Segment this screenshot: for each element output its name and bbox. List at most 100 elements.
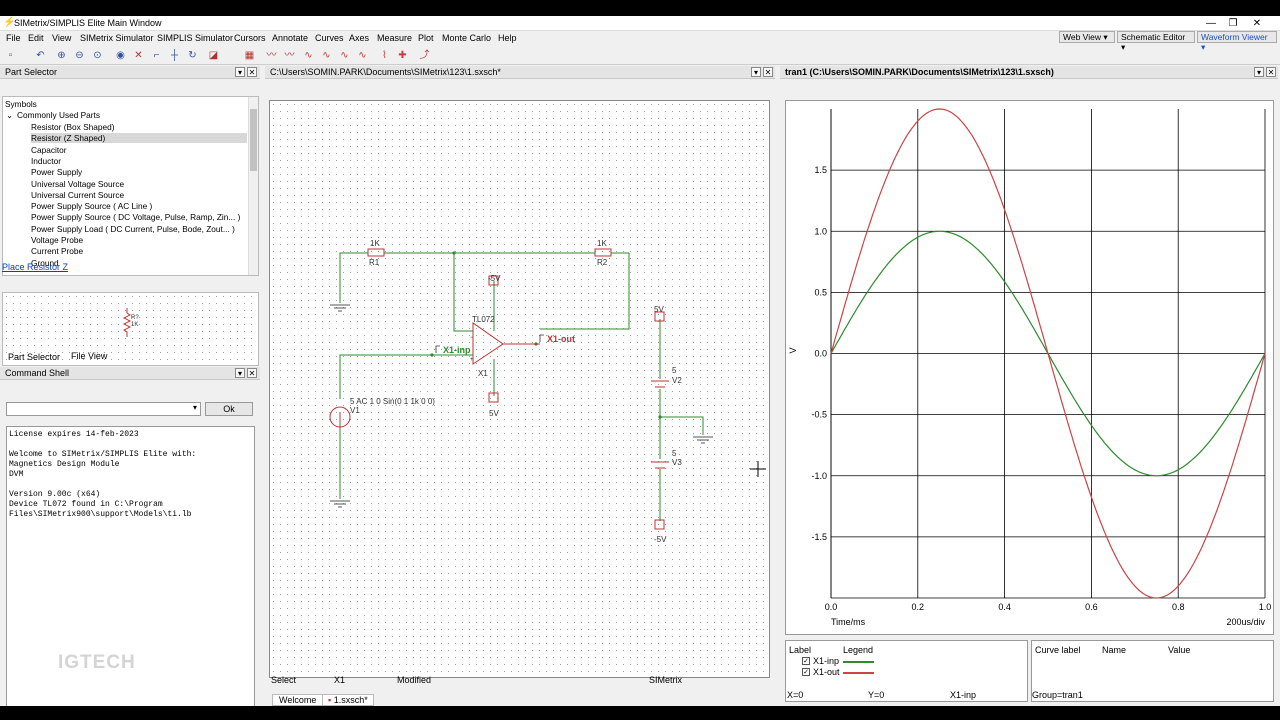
tab-part-selector[interactable]: Part Selector [8,352,60,362]
x-tick-label: 0.2 [912,602,925,612]
waveform-plot[interactable]: 0.0 0.2 0.4 0.6 0.8 1.0 1.5 1.0 0.5 0.0 -0.5 -1.0 -1… [785,100,1274,635]
mirror-icon[interactable]: ◪ [207,49,220,62]
rms-icon[interactable]: ∿ [302,49,315,62]
dropdown-icon[interactable]: ▾ [1254,67,1264,77]
schematic-editor-select[interactable]: Schematic Editor ▾ [1117,31,1195,52]
tree-item[interactable]: Current Probe [31,246,83,256]
web-view-select[interactable]: Web View ▾ [1059,31,1115,43]
close-icon[interactable]: ✕ [763,67,773,77]
x-scale-note: 200us/div [1226,617,1265,627]
menu-curves[interactable]: Curves [315,33,344,43]
toolbar: ▫ ↶ ⊕ ⊖ ⊙ ◉ ✕ ⌐ ┼ ↻ ◪ ▦ 〰 〰 ∿ ∿ ∿ ∿ ⌇ ✚ … [0,47,1280,65]
tab-welcome[interactable]: Welcome [272,694,324,706]
y-tick-label: 0.5 [814,287,827,297]
menu-cursors[interactable]: Cursors [234,33,266,43]
plot-icon[interactable]: ⤴ [418,49,431,62]
status-curve: X1-inp [950,690,977,700]
view-icon[interactable]: ◉ [114,49,127,62]
junction-icon[interactable]: ┼ [168,49,181,62]
shell-line: Magnetics Design Module [9,460,120,469]
y-tick-label: 0.0 [814,349,827,359]
menu-view[interactable]: View [52,33,71,43]
new-file-icon[interactable]: ▫ [4,49,17,62]
tree-item[interactable]: Voltage Probe [31,235,83,245]
scrollbar-thumb[interactable] [250,109,257,171]
tree-item[interactable]: Inductor [31,156,61,166]
menu-monte-carlo[interactable]: Monte Carlo [442,33,491,43]
ok-button[interactable]: Ok [205,402,253,416]
legend-series-name: X1-out [813,667,840,677]
menu-file[interactable]: File [6,33,21,43]
tree-item[interactable]: Universal Voltage Source [31,179,124,189]
status-modified: Modified [397,675,432,685]
collapse-icon[interactable]: ⌄ [6,110,13,120]
tab-file-view[interactable]: File View [71,351,107,361]
dropdown-icon[interactable]: ▾ [751,67,761,77]
opamp-vneg-label: -5V [488,274,501,283]
chevron-down-icon: ▾ [192,403,197,412]
shell-line: Welcome to SIMetrix/SIMPLIS Elite with: [9,450,197,459]
tab-schematic-label: 1.sxsch* [333,695,368,705]
window-title: SIMetrix/SIMPLIS Elite Main Window [14,18,162,28]
legend-checkbox[interactable]: ✓ [802,657,810,665]
app-logo-icon: ⚡ [3,17,16,28]
place-resistor-link[interactable]: Place Resistor Z [2,262,68,272]
shell-line: Device TL072 found in C:\Program [9,500,163,509]
schematic-canvas[interactable]: 1K R1 1K R2 TL072 X1 -5V 5V 5 AC 1 0 Sin… [269,100,770,678]
zoom-fit-icon[interactable]: ⊙ [91,49,104,62]
curve-add-icon[interactable]: 〰 [265,49,278,62]
tree-item[interactable]: Power Supply Source ( AC Line ) [31,201,152,211]
menu-plot[interactable]: Plot [418,33,434,43]
zoom-in-icon[interactable]: ⊕ [55,49,68,62]
tree-item[interactable]: Power Supply Load ( DC Current, Pulse, B… [31,224,235,234]
menu-measure[interactable]: Measure [377,33,412,43]
x-tick-label: 0.8 [1172,602,1185,612]
curve-delete-icon[interactable]: 〰 [283,49,296,62]
tree-item[interactable]: Universal Current Source [31,190,124,200]
v2-top-label: 5V [654,305,664,314]
col-value: Value [1168,645,1191,655]
menu-axes[interactable]: Axes [349,33,369,43]
gain-icon[interactable]: ∿ [356,49,369,62]
legend-swatch [843,661,874,663]
delete-icon[interactable]: ✕ [132,49,145,62]
close-icon[interactable]: ✕ [247,368,257,378]
avg-icon[interactable]: ∿ [320,49,333,62]
close-icon[interactable]: ✕ [1266,67,1276,77]
bandwidth-icon[interactable]: ∿ [338,49,351,62]
zoom-out-icon[interactable]: ⊖ [73,49,86,62]
app-window: ⚡ SIMetrix/SIMPLIS Elite Main Window — ❐… [0,16,1280,706]
waveform-viewer-select[interactable]: Waveform Viewer ▾ [1197,31,1277,52]
tab-schematic[interactable]: ▪ 1.sxsch* [322,694,374,706]
undo-icon[interactable]: ↶ [34,49,47,62]
command-input[interactable]: ▾ [6,402,201,416]
wire-icon[interactable]: ⌐ [150,49,163,62]
close-button[interactable]: ✕ [1234,16,1280,31]
rotate-icon[interactable]: ↻ [186,49,199,62]
tree-item[interactable]: Power Supply Source ( DC Voltage, Pulse,… [31,212,240,222]
tree-scrollbar[interactable] [248,97,258,275]
measure-icon[interactable]: ⌇ [378,49,391,62]
tree-category[interactable]: Commonly Used Parts [17,110,100,120]
col-name: Name [1102,645,1127,655]
dropdown-icon[interactable]: ▾ [235,368,245,378]
tree-item[interactable]: Resistor (Box Shaped) [31,122,114,132]
cursor-icon[interactable]: ✚ [396,49,409,62]
x-axis-label: Time/ms [831,617,866,627]
tree-item[interactable]: Power Supply [31,167,82,177]
preview-value: 1K [131,322,138,328]
tree-item[interactable]: Capacitor [31,145,67,155]
tree-item[interactable]: Resistor (Z Shaped) [31,133,247,144]
menu-edit[interactable]: Edit [28,33,44,43]
dropdown-icon[interactable]: ▾ [235,67,245,77]
menu-help[interactable]: Help [498,33,517,43]
legend-checkbox[interactable]: ✓ [802,668,810,676]
close-icon[interactable]: ✕ [247,67,257,77]
menu-annotate[interactable]: Annotate [272,33,308,43]
v3-value: 5 [672,449,677,458]
menu-simetrix-simulator[interactable]: SIMetrix Simulator [80,33,154,43]
menu-simplis-simulator[interactable]: SIMPLIS Simulator [157,33,233,43]
grid-icon[interactable]: ▦ [243,49,256,62]
v2-ref: V2 [672,376,682,385]
